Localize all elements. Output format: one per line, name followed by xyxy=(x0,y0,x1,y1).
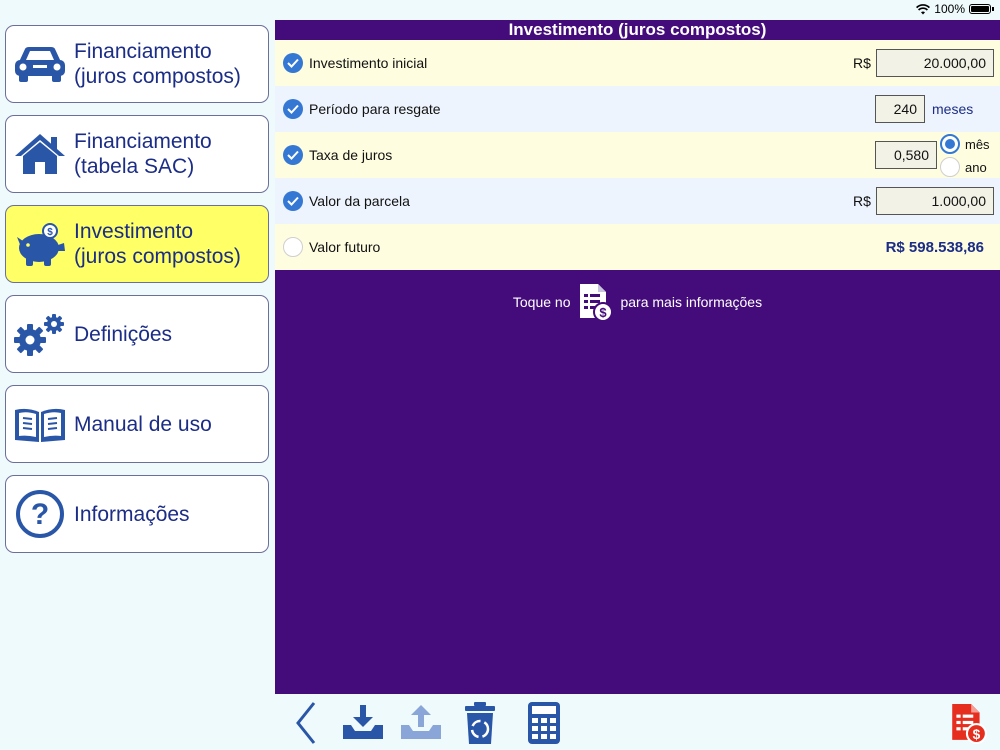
checkmark-icon xyxy=(287,196,299,206)
svg-text:$: $ xyxy=(600,305,608,320)
label-valor-futuro: Valor futuro xyxy=(309,239,381,255)
wifi-icon xyxy=(916,3,931,14)
label-valor-parcela: Valor da parcela xyxy=(309,193,410,209)
menu-label-line1: Manual de uso xyxy=(74,412,212,436)
back-button[interactable] xyxy=(283,700,329,746)
sidebar-item-investimento[interactable]: $ Investimento (juros compostos) xyxy=(5,205,269,283)
back-chevron-icon xyxy=(296,702,316,744)
menu-label-line1: Financiamento xyxy=(74,130,212,153)
download-tray-icon xyxy=(343,705,383,739)
menu-label-line1: Definições xyxy=(74,322,173,346)
sidebar-item-financiamento-juros[interactable]: Financiamento (juros compostos) xyxy=(5,25,269,103)
menu-label-line1: Investimento xyxy=(74,220,194,243)
currency-label: R$ xyxy=(853,55,871,71)
menu-label-line2: (tabela SAC) xyxy=(74,155,195,178)
book-icon xyxy=(12,396,68,452)
status-indicators: 100% xyxy=(916,2,994,16)
status-bar: 100% xyxy=(0,0,1000,20)
checkbox-valor-parcela[interactable] xyxy=(283,191,303,211)
calculator-button[interactable] xyxy=(521,700,567,746)
hint-text-before: Toque no xyxy=(512,294,571,310)
unit-meses: meses xyxy=(932,101,974,117)
input-investimento-inicial[interactable]: 20.000,00 xyxy=(876,49,994,77)
radio-label-ano: ano xyxy=(965,160,987,175)
question-icon: ? xyxy=(12,486,68,542)
result-valor-futuro: R$ 598.538,86 xyxy=(885,239,984,256)
label-investimento-inicial: Investimento inicial xyxy=(309,55,428,71)
battery-percent: 100% xyxy=(934,2,965,16)
upload-tray-icon xyxy=(401,705,441,739)
radio-label-mes: mês xyxy=(965,137,990,152)
svg-text:$: $ xyxy=(973,727,981,742)
input-valor-parcela[interactable]: 1.000,00 xyxy=(876,187,994,215)
sidebar: Financiamento (juros compostos) Financia… xyxy=(0,20,275,750)
main-panel: Investimento (juros compostos) Investime… xyxy=(275,20,1000,694)
sidebar-item-manual[interactable]: Manual de uso xyxy=(5,385,269,463)
report-dollar-icon[interactable]: $ xyxy=(576,282,614,322)
piggy-bank-icon: $ xyxy=(12,216,68,272)
checkbox-valor-futuro[interactable] xyxy=(283,237,303,257)
menu-label-line1: Financiamento xyxy=(74,40,212,63)
gears-icon xyxy=(12,306,68,362)
input-taxa-juros[interactable]: 0,580 xyxy=(875,141,937,169)
checkmark-icon xyxy=(287,150,299,160)
recycle-trash-icon xyxy=(465,702,495,744)
report-button[interactable]: $ xyxy=(945,700,991,746)
checkbox-taxa-juros[interactable] xyxy=(283,145,303,165)
page-title: Investimento (juros compostos) xyxy=(508,20,767,39)
calculator-icon xyxy=(528,702,560,744)
label-periodo-resgate: Período para resgate xyxy=(309,101,441,117)
row-periodo-resgate: Período para resgate 240 meses xyxy=(275,86,1000,132)
row-valor-futuro: Valor futuro R$ 598.538,86 xyxy=(275,224,1000,270)
checkbox-periodo-resgate[interactable] xyxy=(283,99,303,119)
export-button[interactable] xyxy=(398,700,444,746)
bottom-toolbar: $ xyxy=(275,694,1000,750)
house-icon xyxy=(12,126,68,182)
menu-label-line2: (juros compostos) xyxy=(74,245,241,268)
report-dollar-icon: $ xyxy=(952,704,987,745)
clear-button[interactable] xyxy=(457,700,503,746)
car-icon xyxy=(12,36,68,92)
currency-label: R$ xyxy=(853,193,871,209)
info-hint: Toque no $ para mais informações xyxy=(275,282,1000,322)
checkbox-investimento-inicial[interactable] xyxy=(283,53,303,73)
sidebar-item-financiamento-sac[interactable]: Financiamento (tabela SAC) xyxy=(5,115,269,193)
sidebar-item-informacoes[interactable]: ? Informações xyxy=(5,475,269,553)
row-valor-parcela: Valor da parcela R$ 1.000,00 xyxy=(275,178,1000,224)
import-button[interactable] xyxy=(340,700,386,746)
radio-mes[interactable] xyxy=(940,134,960,154)
svg-text:$: $ xyxy=(47,227,53,238)
battery-icon xyxy=(969,4,991,14)
menu-label-line1: Informações xyxy=(74,502,190,526)
menu-label-line2: (juros compostos) xyxy=(74,65,241,88)
row-taxa-juros: Taxa de juros 0,580 mês ano xyxy=(275,132,1000,178)
sidebar-item-definicoes[interactable]: Definições xyxy=(5,295,269,373)
input-periodo-resgate[interactable]: 240 xyxy=(875,95,925,123)
radio-ano[interactable] xyxy=(940,157,960,177)
svg-text:?: ? xyxy=(31,498,49,531)
checkmark-icon xyxy=(287,58,299,68)
checkmark-icon xyxy=(287,104,299,114)
row-investimento-inicial: Investimento inicial R$ 20.000,00 xyxy=(275,40,1000,86)
label-taxa-juros: Taxa de juros xyxy=(309,147,393,163)
hint-text-after: para mais informações xyxy=(620,294,763,310)
